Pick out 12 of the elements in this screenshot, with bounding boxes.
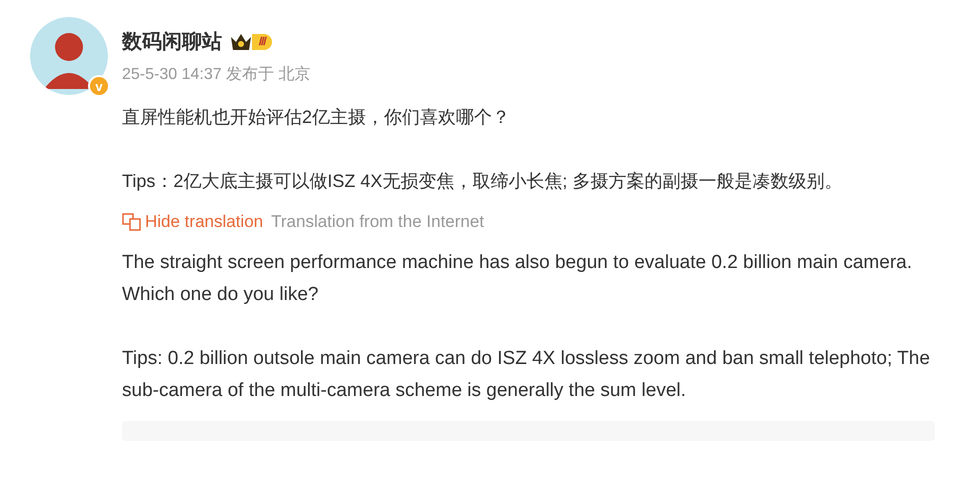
translated-text: Tips: 0.2 billion outsole main camera can do ISZ 4X lossless zoom and ban small telephoto; The sub-camera of the multi-camera scheme is generally the sum level. — [122, 346, 931, 402]
avatar[interactable] — [30, 17, 108, 95]
translate-icon — [122, 212, 142, 231]
post-text: Tips：2亿大底主摄可以做ISZ 4X无损变焦，取缔小长焦; 多摄方案的副摄一般是凑数级别。 — [122, 170, 844, 193]
translation-source: Translation from the Internet — [271, 211, 484, 233]
author-name[interactable]: 数码闲聊站 — [122, 27, 222, 57]
post-meta: 25-5-30 14:37 发布于 北京 — [122, 64, 312, 85]
verified-badge: v — [88, 75, 110, 97]
post-text: 直屏性能机也开始评估2亿主摄，你们喜欢哪个？ — [122, 106, 512, 129]
crown-icon — [230, 33, 252, 51]
level-badge: Ⅲ — [252, 34, 272, 50]
translated-text: The straight screen performance machine has also begun to evaluate 0.2 billion main camera. Which one do you like? — [122, 250, 913, 306]
